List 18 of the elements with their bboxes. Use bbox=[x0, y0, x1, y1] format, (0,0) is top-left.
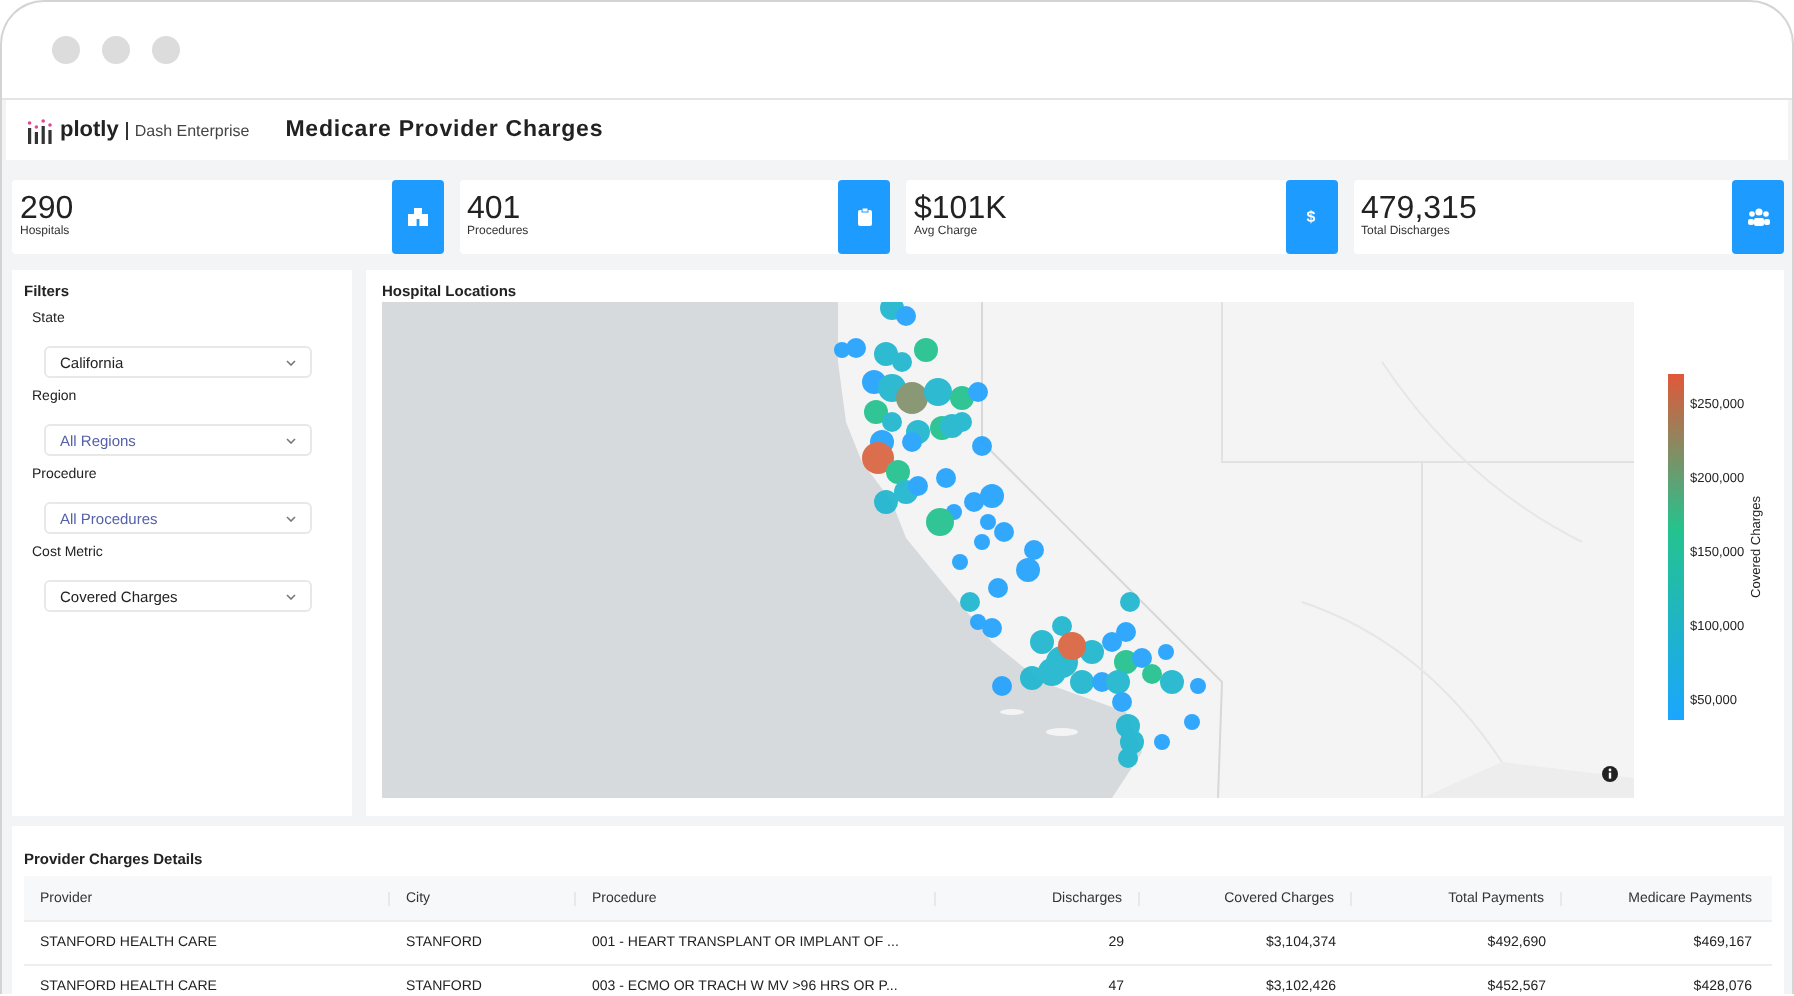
kpi-value: 290 bbox=[20, 192, 76, 226]
chevron-icon bbox=[286, 437, 296, 443]
clipboard-icon bbox=[857, 208, 871, 226]
page-title: Medicare Provider Charges bbox=[285, 118, 604, 142]
chevron-icon bbox=[286, 515, 296, 521]
logo-subtitle: Dash Enterprise bbox=[126, 121, 250, 139]
logo-icon bbox=[28, 117, 52, 143]
info-icon[interactable] bbox=[1602, 766, 1618, 782]
window-controls-icon bbox=[52, 36, 180, 64]
chevron-icon bbox=[286, 359, 296, 365]
dollar-icon: $ bbox=[1306, 208, 1316, 226]
logo-text: plotly bbox=[60, 118, 119, 142]
kpi-value: 479,315 bbox=[1361, 192, 1479, 226]
kpi-value: $101K bbox=[914, 192, 1009, 226]
users-icon bbox=[1747, 208, 1769, 226]
hospital-icon bbox=[407, 208, 427, 226]
kpi-value: 401 bbox=[467, 192, 521, 226]
chevron-icon bbox=[286, 593, 296, 599]
